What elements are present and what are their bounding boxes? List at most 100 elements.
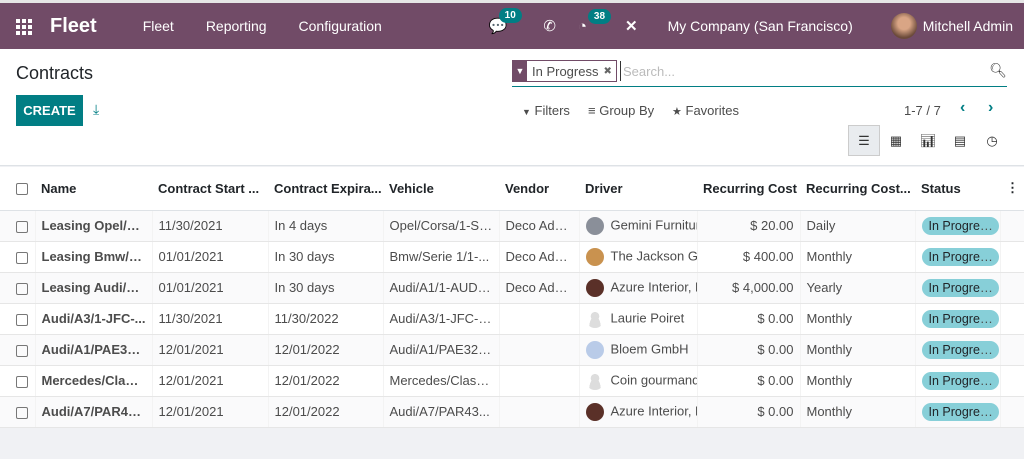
row-spacer [1000,365,1024,397]
col-cost[interactable]: Recurring Cost [697,167,800,211]
table-row[interactable]: Leasing Opel/Co... 11/30/2021 In 4 days … [0,210,1024,242]
table-row[interactable]: Mercedes/Class ... 12/01/2021 12/01/2022… [0,365,1024,397]
cost-frequency: Monthly [800,365,916,397]
driver-name: Azure Interior, Brandon Freeman [610,278,697,294]
kanban-view-icon[interactable]: ▦ [880,125,912,156]
vehicle: Bmw/Serie 1/1-... [383,241,500,273]
row-checkbox[interactable] [0,272,36,304]
activities-icon[interactable]: ◔ 38 [578,8,612,35]
status-badge: In Progress [921,310,999,328]
graph-view-icon[interactable]: 📊︎ [912,125,944,156]
col-cost-frequency[interactable]: Recurring Cost... [800,167,915,211]
driver-name: The Jackson Group [610,247,697,263]
download-icon[interactable]: ⤓ [93,101,99,118]
pager-next-icon[interactable]: › [988,99,993,117]
vehicle: Audi/A7/PAR43... [383,396,500,428]
col-status[interactable]: Status [915,167,1000,211]
vendor [499,396,580,428]
row-checkbox[interactable] [0,210,36,242]
debug-tools-icon[interactable]: ✕ [625,17,638,35]
driver: Gemini Furniture [579,210,698,242]
pager-previous-icon[interactable]: ‹ [960,99,965,117]
start-date: 01/01/2021 [152,272,269,304]
favorites-button[interactable]: ★ Favorites [672,103,739,118]
col-expiration[interactable]: Contract Expira... [268,167,383,211]
col-start[interactable]: Contract Start ... [152,167,268,211]
phone-icon[interactable]: ✆ [543,17,556,35]
row-checkbox[interactable] [0,303,36,335]
driver: Bloem GmbH [579,334,698,366]
row-spacer [1000,334,1024,366]
star-icon: ★ [672,106,682,118]
cost-frequency: Yearly [800,272,916,304]
status: In Progress [915,334,1001,366]
user-menu[interactable]: Mitchell Admin [890,13,1013,39]
vehicle: Audi/A1/PAE324... [383,334,500,366]
apps-menu-icon[interactable] [16,19,32,35]
row-spacer [1000,303,1024,335]
group-by-button[interactable]: ≡ Group By [588,103,654,118]
menu-configuration[interactable]: Configuration [299,18,382,34]
vendor [499,303,580,335]
app-brand[interactable]: Fleet [50,15,97,38]
driver-name: Gemini Furniture [610,216,697,232]
view-switcher: ☰ ▦ 📊︎ ▤ ◷ [848,125,1008,156]
contract-name: Leasing Bmw/Se... [35,241,153,273]
menu-fleet[interactable]: Fleet [143,18,174,34]
select-all-checkbox[interactable] [0,167,35,211]
col-driver[interactable]: Driver [579,167,697,211]
status: In Progress [915,210,1001,242]
start-date: 01/01/2021 [152,241,269,273]
filters-button[interactable]: ▼ Filters [522,103,570,118]
table-header: Name Contract Start ... Contract Expira.… [0,167,1024,211]
row-checkbox[interactable] [0,396,36,428]
messages-badge: 10 [498,8,522,23]
company-switcher[interactable]: My Company (San Francisco) [668,18,853,34]
row-checkbox[interactable] [0,334,36,366]
col-name[interactable]: Name [35,167,152,211]
activities-badge: 38 [587,8,612,24]
table-row[interactable]: Audi/A3/1-JFC-... 11/30/2021 11/30/2022 … [0,303,1024,335]
row-checkbox[interactable] [0,365,36,397]
cost-frequency: Monthly [800,396,916,428]
status: In Progress [915,396,1001,428]
search-input[interactable] [620,61,980,81]
search-bar: ▼ In Progress ✖ 🔍︎ [512,59,1007,87]
start-date: 12/01/2021 [152,396,269,428]
pivot-view-icon[interactable]: ▤ [944,125,976,156]
optional-columns-icon[interactable]: ⋮ [1000,167,1024,211]
vehicle: Audi/A1/1-AUD-... [383,272,500,304]
vehicle: Mercedes/Class ... [383,365,500,397]
table-row[interactable]: Leasing Audi/A1... 01/01/2021 In 30 days… [0,272,1024,304]
recurring-cost: $ 0.00 [697,303,801,335]
table-row[interactable]: Leasing Bmw/Se... 01/01/2021 In 30 days … [0,241,1024,273]
vendor: Deco Addict [499,272,580,304]
create-button[interactable]: CREATE [16,95,83,126]
user-name: Mitchell Admin [922,18,1013,34]
driver: Azure Interior, Brandon Freeman [579,396,698,428]
start-date: 11/30/2021 [152,210,269,242]
remove-facet-icon[interactable]: ✖ [603,66,615,77]
activity-view-icon[interactable]: ◷ [976,125,1008,156]
table-row[interactable]: Audi/A7/PAR43... 12/01/2021 12/01/2022 A… [0,396,1024,428]
recurring-cost: $ 0.00 [697,334,801,366]
search-icon[interactable]: 🔍︎ [989,62,1007,79]
driver-avatar [585,278,604,297]
messages-icon[interactable]: 💬 10 [489,8,522,35]
row-spacer [1000,396,1024,428]
contract-name: Audi/A1/PAE324... [35,334,153,366]
pager-value[interactable]: 1-7 / 7 [904,103,941,118]
list-view-icon[interactable]: ☰ [848,125,880,156]
table-row[interactable]: Audi/A1/PAE324... 12/01/2021 12/01/2022 … [0,334,1024,366]
driver-avatar [585,340,604,359]
status-badge: In Progress [921,248,999,266]
col-vehicle[interactable]: Vehicle [383,167,499,211]
status: In Progress [915,272,1001,304]
start-date: 11/30/2021 [152,303,269,335]
row-checkbox[interactable] [0,241,36,273]
contract-name: Mercedes/Class ... [35,365,153,397]
status-badge: In Progress [921,403,999,421]
driver-avatar [585,402,604,421]
menu-reporting[interactable]: Reporting [206,18,267,34]
col-vendor[interactable]: Vendor [499,167,579,211]
